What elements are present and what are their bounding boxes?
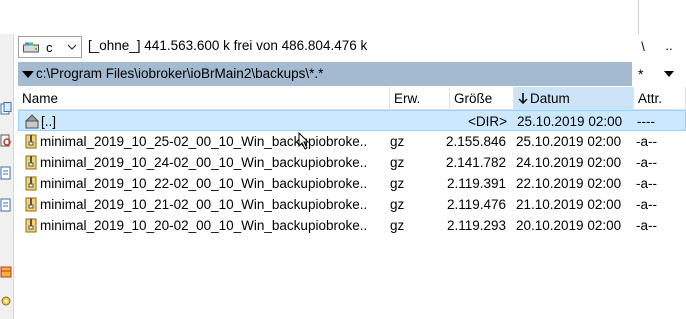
file-attr: -a-- — [636, 155, 657, 170]
column-ext-label: Erw. — [394, 91, 421, 106]
list-item[interactable]: minimal_2019_10_24-02_00_10_Win_backupio… — [18, 152, 686, 173]
file-date: 20.10.2019 02:00 — [516, 218, 622, 233]
document-icon[interactable] — [0, 198, 12, 212]
drive-letter: c — [46, 40, 53, 55]
column-date-label: Datum — [530, 91, 570, 106]
file-date: 24.10.2019 02:00 — [516, 155, 622, 170]
drive-selector[interactable]: c — [18, 36, 82, 58]
document-icon[interactable] — [0, 166, 12, 180]
file-size: 2.141.782 — [445, 155, 506, 170]
settings-icon[interactable] — [0, 294, 12, 308]
top-strip — [0, 0, 686, 34]
current-path: c:\Program Files\iobroker\ioBrMain2\back… — [36, 66, 324, 81]
file-ext: gz — [390, 134, 405, 149]
file-date: 25.10.2019 02:00 — [517, 114, 623, 129]
search-icon[interactable] — [0, 134, 12, 148]
column-name-label: Name — [22, 91, 59, 106]
list-item-parent[interactable]: [..] <DIR> 25.10.2019 02:00 ---- — [18, 110, 686, 131]
parent-folder-icon — [25, 114, 39, 129]
file-ext: gz — [390, 197, 405, 212]
file-ext: gz — [390, 218, 405, 233]
file-size: <DIR> — [467, 114, 507, 129]
filter-dropdown-icon[interactable] — [664, 71, 674, 77]
column-header: Name Erw. Größe Datum Attr. — [18, 87, 686, 110]
column-date[interactable]: Datum — [514, 87, 634, 110]
parent-dir-button[interactable]: .. — [658, 36, 680, 58]
mouse-cursor-icon — [298, 132, 310, 150]
list-item[interactable]: minimal_2019_10_20-02_00_10_Win_backupio… — [18, 215, 686, 236]
file-date: 22.10.2019 02:00 — [516, 176, 622, 191]
file-name: minimal_2019_10_21-02_00_10_Win_backupio… — [40, 197, 368, 212]
file-date: 21.10.2019 02:00 — [516, 197, 622, 212]
zip-archive-icon — [25, 197, 37, 212]
file-ext: gz — [390, 155, 405, 170]
filter-button[interactable]: * — [638, 66, 643, 82]
left-toolbar — [0, 34, 14, 319]
divider — [638, 0, 639, 34]
list-item[interactable]: minimal_2019_10_25-02_00_10_Win_backupio… — [18, 131, 686, 152]
zip-archive-icon — [25, 134, 37, 149]
file-size: 2.119.476 — [446, 197, 506, 212]
drive-bar: c [_ohne_] 441.563.600 k frei von 486.80… — [18, 34, 686, 60]
list-item[interactable]: minimal_2019_10_21-02_00_10_Win_backupio… — [18, 194, 686, 215]
file-attr: -a-- — [636, 134, 657, 149]
history-dropdown-icon[interactable] — [22, 71, 34, 78]
file-ext: gz — [390, 176, 405, 191]
column-ext[interactable]: Erw. — [390, 87, 450, 110]
file-attr: -a-- — [636, 197, 657, 212]
list-item[interactable]: minimal_2019_10_22-02_00_10_Win_backupio… — [18, 173, 686, 194]
path-bar: c:\Program Files\iobroker\ioBrMain2\back… — [18, 62, 686, 86]
file-name: [..] — [41, 114, 57, 129]
zip-archive-icon — [25, 218, 37, 233]
file-name: minimal_2019_10_22-02_00_10_Win_backupio… — [40, 176, 368, 191]
file-size: 2.119.293 — [446, 218, 506, 233]
copy-icon[interactable] — [0, 102, 12, 116]
column-attr[interactable]: Attr. — [634, 87, 686, 110]
drive-free-space: [_ohne_] 441.563.600 k frei von 486.804.… — [88, 38, 368, 53]
file-attr: -a-- — [636, 176, 657, 191]
zip-archive-icon — [25, 176, 37, 191]
file-size: 2.155.846 — [445, 134, 506, 149]
package-icon[interactable] — [0, 264, 12, 278]
file-name: minimal_2019_10_25-02_00_10_Win_backupio… — [40, 134, 368, 149]
hard-drive-icon — [23, 42, 39, 53]
sort-descending-icon — [518, 93, 528, 104]
file-attr: -a-- — [636, 218, 657, 233]
column-name[interactable]: Name — [18, 87, 390, 110]
file-name: minimal_2019_10_20-02_00_10_Win_backupio… — [40, 218, 368, 233]
zip-archive-icon — [25, 155, 37, 170]
column-size[interactable]: Größe — [450, 87, 514, 110]
column-attr-label: Attr. — [638, 91, 663, 106]
file-date: 25.10.2019 02:00 — [516, 134, 622, 149]
column-size-label: Größe — [454, 91, 493, 106]
path-field[interactable]: c:\Program Files\iobroker\ioBrMain2\back… — [18, 62, 632, 86]
file-attr: ---- — [637, 114, 655, 129]
file-name: minimal_2019_10_24-02_00_10_Win_backupio… — [40, 155, 368, 170]
chevron-down-icon — [67, 44, 77, 50]
root-dir-button[interactable]: \ — [632, 36, 654, 58]
file-size: 2.119.391 — [446, 176, 506, 191]
